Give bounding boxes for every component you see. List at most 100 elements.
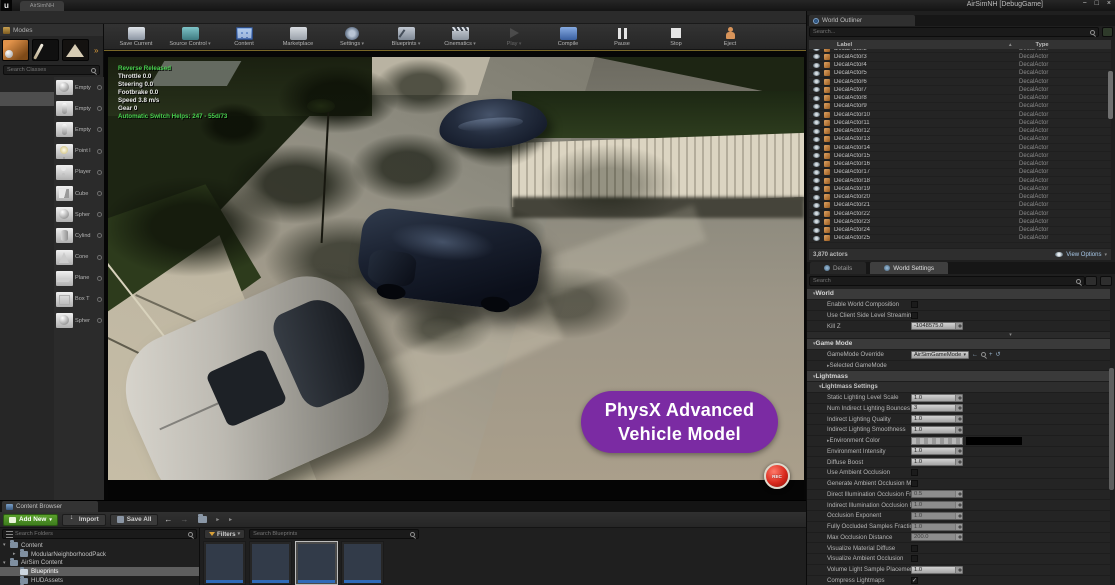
drag-handle-icon[interactable] [97, 127, 102, 132]
paint-mode-icon[interactable] [32, 39, 59, 61]
spinner-icon[interactable] [955, 567, 962, 573]
details-tab[interactable]: World Settings [870, 262, 948, 274]
classes-search-box[interactable] [3, 65, 100, 75]
property-row[interactable]: Kill Z -1048575.0 -1048575.0 ▾ ← [807, 321, 1110, 332]
property-row[interactable]: Visualize Ambient Occlusion ▾ ← [807, 554, 1110, 565]
folder-tree-item[interactable]: HUDAssets [0, 576, 199, 585]
settings-search-input[interactable] [813, 278, 1076, 284]
toolbar-button[interactable]: Source Control [164, 25, 216, 49]
outliner-row[interactable]: DecalActor14 DecalActor [809, 144, 1111, 152]
placeable-item[interactable]: Cube [54, 183, 104, 204]
visibility-eye-icon[interactable] [813, 219, 820, 224]
outliner-row[interactable]: DecalActor20 DecalActor [809, 194, 1111, 202]
breadcrumb-item[interactable] [224, 516, 237, 523]
property-row[interactable]: Indirect Lighting Smoothness 1.0 1.0 ▾ ← [807, 425, 1110, 436]
outliner-row[interactable]: DecalActor11 DecalActor [809, 119, 1111, 127]
visibility-eye-icon[interactable] [813, 170, 820, 175]
visibility-eye-icon[interactable] [813, 211, 820, 216]
property-row[interactable]: Environment Color ▾ ← [807, 436, 1110, 447]
visibility-eye-icon[interactable] [813, 120, 820, 125]
property-checkbox[interactable] [911, 301, 918, 308]
property-checkbox[interactable] [911, 577, 918, 584]
mode-category[interactable] [0, 146, 54, 159]
property-checkbox[interactable] [911, 469, 918, 476]
drag-handle-icon[interactable] [97, 318, 102, 323]
property-value-field[interactable]: 0.5 [911, 490, 963, 498]
placeable-item[interactable]: Plane [54, 268, 104, 289]
spinner-icon[interactable] [955, 395, 962, 401]
property-row[interactable]: ▾ ← + ↺ [807, 332, 1110, 339]
assets-search-input[interactable] [253, 531, 410, 537]
property-value-field[interactable]: 1.0 [911, 523, 963, 531]
placeable-item[interactable]: Empty [54, 119, 104, 140]
toolbar-button[interactable]: Settings [326, 25, 378, 49]
property-row[interactable]: Compress Lightmaps ▾ ← [807, 576, 1110, 585]
spinner-icon[interactable] [955, 534, 962, 540]
placeable-item[interactable]: Empty [54, 77, 104, 98]
mode-category[interactable] [0, 119, 54, 132]
toolbar-button[interactable]: Save Current [110, 25, 162, 49]
property-row[interactable]: Use Ambient Occlusion ▾ ← [807, 468, 1110, 479]
outliner-row[interactable]: DecalActor10 DecalActor [809, 111, 1111, 119]
outliner-list[interactable]: DecalActor2 DecalActor DecalActor3 Decal… [809, 49, 1111, 248]
spinner-icon[interactable] [955, 502, 962, 508]
placeable-item[interactable]: Box T [54, 289, 104, 310]
settings-search-box[interactable] [809, 276, 1085, 286]
toolbar-button[interactable]: Pause [596, 25, 648, 49]
folders-search-input[interactable] [15, 531, 186, 537]
toolbar-button[interactable]: Stop [650, 25, 702, 49]
property-row[interactable]: Generate Ambient Occlusion Material M ▾ [807, 479, 1110, 490]
expander-icon[interactable] [3, 542, 9, 548]
folders-search-box[interactable] [2, 529, 197, 539]
property-checkbox[interactable] [911, 545, 918, 552]
folder-tree-item[interactable]: ModularNeighborhoodPack [0, 550, 199, 559]
outliner-row[interactable]: DecalActor23 DecalActor [809, 218, 1111, 226]
spinner-icon[interactable] [955, 524, 962, 530]
spinner-icon[interactable] [955, 427, 962, 433]
more-modes-chevron-icon[interactable]: » [94, 46, 98, 55]
back-arrow-icon[interactable]: ← [162, 515, 174, 524]
import-button[interactable]: Import [62, 514, 106, 526]
assets-search-box[interactable] [249, 529, 419, 539]
drag-handle-icon[interactable] [97, 212, 102, 217]
outliner-row[interactable]: DecalActor18 DecalActor [809, 177, 1111, 185]
mode-category[interactable] [0, 106, 54, 119]
property-checkbox[interactable] [911, 312, 918, 319]
mode-category[interactable] [0, 173, 54, 186]
property-row[interactable]: Visualize Material Diffuse ▾ ← [807, 543, 1110, 554]
property-checkbox[interactable] [911, 555, 918, 562]
asset-tile[interactable] [341, 541, 384, 585]
drag-handle-icon[interactable] [97, 170, 102, 175]
property-row[interactable]: GameMode Override AirSimGameMode AirSimG… [807, 350, 1110, 361]
outliner-row[interactable]: DecalActor13 DecalActor [809, 136, 1111, 144]
property-value-field[interactable]: 1.0 [911, 512, 963, 520]
drag-handle-icon[interactable] [97, 85, 102, 90]
property-value-field[interactable]: -1048575.0 [911, 322, 963, 330]
drag-handle-icon[interactable] [97, 255, 102, 260]
3d-scene[interactable]: Reverse ReleasedThrottle 0.0Steering 0.0… [108, 57, 804, 481]
toolbar-button[interactable]: Content [218, 25, 270, 49]
column-type[interactable]: Type [1012, 42, 1049, 48]
sources-toggle-icon[interactable] [6, 531, 13, 538]
mode-category[interactable] [0, 159, 54, 172]
toolbar-button[interactable]: Compile [542, 25, 594, 49]
save-all-button[interactable]: Save All [110, 514, 159, 526]
property-row[interactable]: Fully Occluded Samples Fraction 1.0 1.0 … [807, 522, 1110, 533]
property-row[interactable]: Game Mode ▾ ← [807, 339, 1110, 350]
folder-tree-item[interactable]: Content [0, 541, 199, 550]
outliner-row[interactable]: DecalActor6 DecalActor [809, 78, 1111, 86]
drag-handle-icon[interactable] [97, 106, 102, 111]
placeable-item[interactable]: Cone [54, 247, 104, 268]
outliner-row[interactable]: DecalActor12 DecalActor [809, 128, 1111, 136]
mode-category[interactable] [0, 79, 54, 92]
visibility-eye-icon[interactable] [813, 104, 820, 109]
maximize-button[interactable]: □ [1095, 0, 1099, 7]
visibility-eye-icon[interactable] [813, 79, 820, 84]
toolbar-button[interactable]: Blueprints [380, 25, 432, 49]
visibility-eye-icon[interactable] [813, 71, 820, 76]
outliner-row[interactable]: DecalActor5 DecalActor [809, 70, 1111, 78]
folder-tree-item[interactable]: Blueprints [0, 567, 199, 576]
property-row[interactable]: Occlusion Exponent 1.0 1.0 ▾ ← [807, 511, 1110, 522]
spinner-icon[interactable] [955, 323, 962, 329]
property-value-field[interactable]: 1.0 [911, 501, 963, 509]
